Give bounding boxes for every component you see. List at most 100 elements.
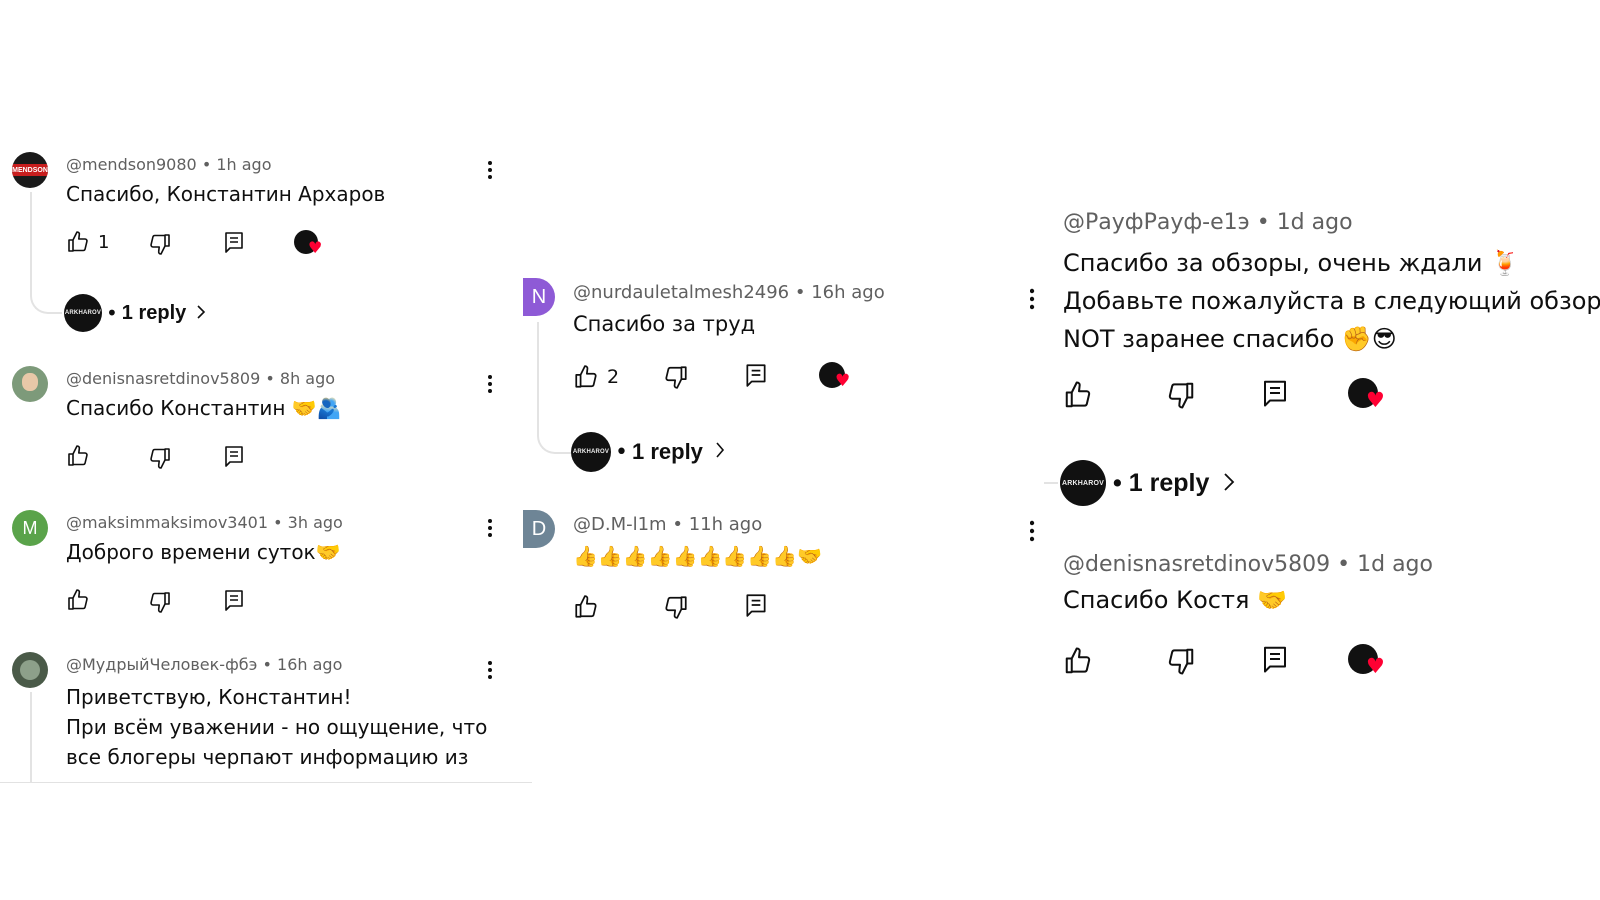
meta-separator: • (262, 655, 272, 674)
avatar[interactable]: M (12, 510, 48, 546)
comment-icon (1264, 646, 1286, 673)
reply-button[interactable] (743, 592, 769, 618)
thumb-down-icon (150, 592, 170, 613)
comment-time[interactable]: 8h ago (280, 369, 335, 388)
like-button[interactable]: 1 (66, 230, 109, 254)
comment-time[interactable]: 1d ago (1357, 552, 1433, 577)
like-button[interactable] (573, 594, 599, 620)
comment-text: Спасибо, Константин Архаров (66, 182, 386, 206)
dislike-button[interactable] (663, 594, 689, 620)
comments-panel-right: @РауфРауф-е1э • 1d ago Спасибо за обзоры… (1030, 200, 1600, 720)
reply-count: 1 reply (631, 439, 703, 464)
comment-meta: @D.M-l1m • 11h ago (573, 514, 762, 535)
more-options-icon[interactable] (482, 160, 498, 184)
comments-panel-left: MENDSON @mendson9080 • 1h ago Спасибо, К… (0, 140, 532, 783)
reply-count: 1 reply (1128, 468, 1210, 497)
more-options-icon[interactable] (482, 374, 498, 398)
like-button[interactable] (1063, 380, 1093, 410)
comment-time[interactable]: 16h ago (811, 282, 885, 303)
heart-icon: ♥ (835, 371, 851, 391)
dislike-button[interactable] (663, 364, 689, 390)
dislike-button[interactable] (1166, 646, 1196, 676)
creator-heart-badge: ♥ (294, 230, 326, 258)
comment-time[interactable]: 11h ago (689, 514, 763, 535)
comment-time[interactable]: 3h ago (288, 513, 343, 532)
reply-button[interactable] (743, 362, 769, 388)
comment-time[interactable]: 1d ago (1277, 210, 1353, 235)
comment-author[interactable]: @nurdauletalmesh2496 (573, 282, 789, 303)
avatar[interactable]: MENDSON (12, 152, 48, 188)
comment-meta: @denisnasretdinov5809 • 1d ago (1063, 552, 1433, 577)
more-options-icon[interactable] (1030, 520, 1040, 546)
avatar[interactable] (12, 652, 48, 688)
meta-separator: • (672, 514, 683, 535)
comment-text: Спасибо за труд (573, 312, 756, 336)
reply-button[interactable] (1260, 378, 1290, 408)
heart-icon: ♥ (1366, 654, 1385, 678)
more-options-icon[interactable] (1030, 288, 1040, 314)
thumb-up-icon (1065, 647, 1091, 674)
comment-meta: @denisnasretdinov5809 • 8h ago (66, 369, 335, 388)
like-button[interactable] (66, 588, 90, 612)
view-replies-button[interactable]: ARKHAROV • 1 reply (571, 432, 725, 472)
like-button[interactable]: 2 (573, 364, 619, 390)
comment-time[interactable]: 16h ago (277, 655, 342, 674)
reply-separator: • (1110, 468, 1125, 498)
thumb-down-icon (150, 234, 170, 255)
comment-author[interactable]: @maksimmaksimov3401 (66, 513, 268, 532)
avatar-photo (20, 660, 40, 680)
comment-text: Спасибо за обзоры, очень ждали 🍹 Добавьт… (1063, 244, 1600, 358)
comment-text: Доброго времени суток🤝 (66, 540, 341, 564)
thumb-up-icon (575, 365, 597, 388)
view-replies-button[interactable]: ARKHAROV • 1 reply (1060, 460, 1235, 506)
comment-line: NOT заранее спасибо ✊😎 (1063, 325, 1397, 353)
creator-avatar: ARKHAROV (1060, 460, 1106, 506)
reply-button[interactable] (1260, 644, 1290, 674)
reply-button[interactable] (222, 230, 246, 254)
avatar[interactable]: N (523, 278, 555, 316)
comment-author[interactable]: @denisnasretdinov5809 (1063, 552, 1330, 577)
avatar[interactable] (12, 366, 48, 402)
dislike-button[interactable] (148, 232, 172, 256)
dislike-button[interactable] (148, 446, 172, 470)
comment-line: все блогеры черпают информацию из (66, 745, 469, 769)
meta-separator: • (1337, 552, 1351, 577)
like-button[interactable] (1063, 646, 1093, 676)
comment-author[interactable]: @mendson9080 (66, 155, 197, 174)
thumb-down-icon (665, 596, 687, 619)
reply-button[interactable] (222, 444, 246, 468)
comment-author[interactable]: @denisnasretdinov5809 (66, 369, 260, 388)
dislike-button[interactable] (1166, 380, 1196, 410)
meta-separator: • (273, 513, 283, 532)
thread-line (30, 692, 32, 782)
meta-separator: • (1256, 210, 1270, 235)
thumb-down-icon (150, 448, 170, 469)
thumb-down-icon (1168, 648, 1194, 675)
comment-text: Спасибо Константин 🤝🫂 (66, 396, 342, 420)
comment-item: @РауфРауф-е1э • 1d ago Спасибо за обзоры… (1030, 200, 1600, 506)
chevron-right-icon (715, 440, 725, 465)
reply-button[interactable] (222, 588, 246, 612)
chevron-right-icon (1223, 469, 1235, 498)
more-options-icon[interactable] (482, 518, 498, 542)
dislike-button[interactable] (148, 590, 172, 614)
comment-line: Добавьте пожалуйста в следующий обзор (1063, 287, 1600, 315)
more-options-icon[interactable] (482, 660, 498, 684)
thumb-up-icon (68, 589, 88, 610)
meta-separator: • (201, 155, 212, 174)
comment-icon (225, 590, 243, 611)
comment-meta: @mendson9080 • 1h ago (66, 155, 272, 174)
avatar[interactable]: D (523, 510, 555, 548)
heart-icon: ♥ (1366, 388, 1385, 412)
heart-icon: ♥ (308, 238, 323, 257)
thumb-down-icon (665, 366, 687, 389)
comment-time[interactable]: 1h ago (216, 155, 271, 174)
view-replies-button[interactable]: ARKHAROV • 1 reply (64, 294, 206, 332)
comment-author[interactable]: @РауфРауф-е1э (1063, 210, 1250, 235)
like-button[interactable] (66, 444, 90, 468)
thumb-up-icon (1065, 381, 1091, 408)
comment-icon (746, 364, 766, 387)
reply-count: 1 reply (121, 301, 187, 324)
comment-author[interactable]: @D.M-l1m (573, 514, 667, 535)
comment-author[interactable]: @МудрыйЧеловек-фбэ (66, 655, 257, 674)
